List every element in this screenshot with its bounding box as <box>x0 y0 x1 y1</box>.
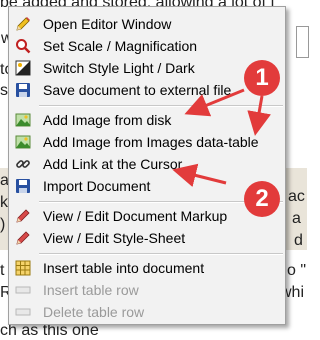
table-row-icon <box>15 304 31 320</box>
menu-item-insert-table[interactable]: Insert table into document <box>9 257 285 279</box>
background-line: ) <box>0 216 6 233</box>
menu-item-set-scale[interactable]: Set Scale / Magnification <box>9 35 285 57</box>
save-icon <box>15 82 31 98</box>
menu-item-label: View / Edit Document Markup <box>43 208 228 224</box>
pencil-red-icon <box>15 208 31 224</box>
menu-item-label: Set Scale / Magnification <box>43 38 198 54</box>
menu-item-label: Add Link at the Cursor <box>43 156 183 172</box>
menu-item-label: Switch Style Light / Dark <box>43 60 195 76</box>
table-row-icon <box>15 282 31 298</box>
menu-item-label: Open Editor Window <box>43 16 172 32</box>
menu-item-add-image-disk[interactable]: Add Image from disk <box>9 109 285 131</box>
background-fragment: d <box>294 232 303 249</box>
callout-badge-1: 1 <box>244 60 280 96</box>
menu-item-view-edit-stylesheet[interactable]: View / Edit Style-Sheet <box>9 227 285 249</box>
menu-item-label: Save document to external file <box>43 82 232 98</box>
menu-item-label: Import Document <box>43 178 151 194</box>
background-fragment: ac <box>288 188 305 205</box>
image-icon <box>15 134 31 150</box>
table-icon <box>15 260 31 276</box>
background-line: t <box>0 262 5 279</box>
menu-item-label: Insert table row <box>43 282 139 298</box>
menu-item-label: View / Edit Style-Sheet <box>43 230 186 246</box>
menu-item-label: Insert table into document <box>43 260 205 276</box>
import-icon <box>15 178 31 194</box>
callout-badge-2: 2 <box>244 181 280 217</box>
light-dark-icon <box>15 60 31 76</box>
menu-item-open-editor-window[interactable]: Open Editor Window <box>9 13 285 35</box>
link-icon <box>15 156 31 172</box>
magnifier-icon <box>15 38 31 54</box>
menu-item-label: Add Image from disk <box>43 112 172 128</box>
menu-item-delete-table-row[interactable]: Delete table row <box>9 301 285 323</box>
background-widget <box>296 26 309 58</box>
menu-item-label: Delete table row <box>43 304 145 320</box>
menu-separator <box>39 253 283 255</box>
pencil-icon <box>15 16 31 32</box>
context-menu: Open Editor Window Set Scale / Magnifica… <box>8 6 286 325</box>
menu-item-add-link[interactable]: Add Link at the Cursor <box>9 153 285 175</box>
menu-item-add-image-data-table[interactable]: Add Image from Images data-table <box>9 131 285 153</box>
background-fragment: o " <box>287 262 307 279</box>
menu-item-view-edit-markup[interactable]: View / Edit Document Markup <box>9 205 285 227</box>
menu-item-label: Add Image from Images data-table <box>43 134 259 150</box>
background-fragment: a <box>292 210 301 227</box>
image-icon <box>15 112 31 128</box>
menu-separator <box>39 105 283 107</box>
pencil-red-icon <box>15 230 31 246</box>
menu-item-insert-table-row[interactable]: Insert table row <box>9 279 285 301</box>
